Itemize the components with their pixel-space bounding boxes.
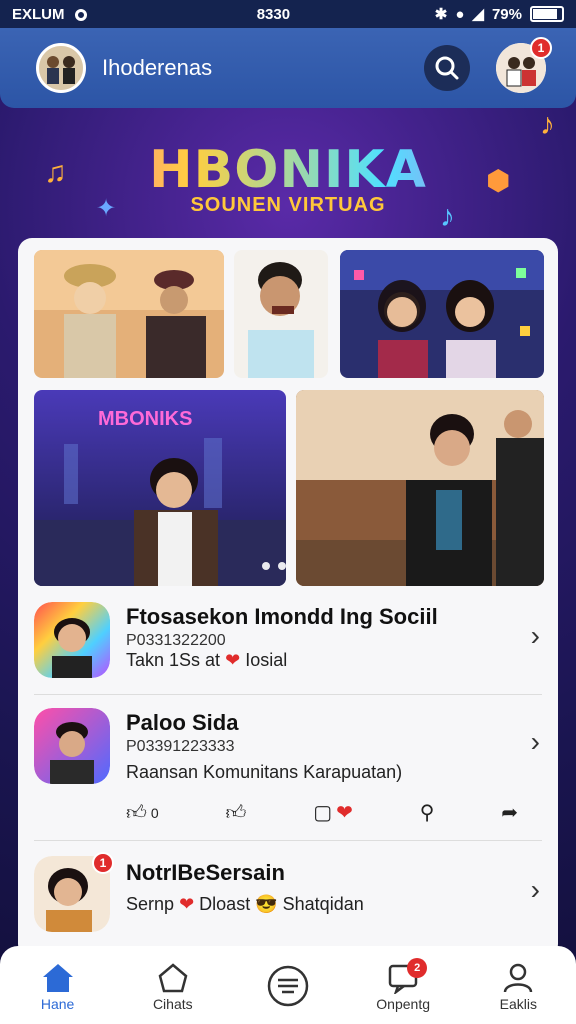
list-item-code: P0331322200 <box>126 632 226 649</box>
chevron-right-icon[interactable]: › <box>531 874 540 906</box>
circle-icon <box>74 8 87 21</box>
action-bar: 👍︎ 0 👍︎ ▢ ❤ ⚲ ➦ <box>126 800 518 825</box>
like-button[interactable]: 👍︎ 0 <box>126 800 159 825</box>
battery-icon <box>530 6 564 22</box>
nav-label: Eaklis <box>499 996 538 1012</box>
react-button[interactable]: 👍︎ <box>226 800 247 825</box>
carrier-text: EXLUM <box>12 5 65 23</box>
home-icon <box>42 964 73 992</box>
do-not-disturb-icon: ● <box>455 5 465 23</box>
nav-chats[interactable]: Cihats <box>123 962 223 1012</box>
divider <box>34 694 542 695</box>
nav-notifications[interactable]: 2 Onpentg <box>353 958 453 1012</box>
nav-home[interactable]: Hane <box>8 962 108 1012</box>
nav-label: Hane <box>40 996 75 1012</box>
person-icon: ⚲ <box>419 802 435 824</box>
gallery-thumb-1[interactable] <box>34 250 224 378</box>
notification-badge: 2 <box>407 958 428 978</box>
battery-percent: 79% <box>491 5 522 23</box>
profile-button[interactable]: 1 <box>496 37 552 93</box>
thumb-logo: MBONIKS <box>98 408 193 430</box>
nav-label: Onpentg <box>376 996 431 1012</box>
carousel-dots[interactable] <box>262 562 286 570</box>
signal-icon: ◢ <box>472 6 484 23</box>
thumbs-up-icon: 👍︎ <box>225 801 247 824</box>
list-item-description: Raansan Komunitans Karapuatan) <box>126 762 403 782</box>
avatar: 1 <box>34 852 114 932</box>
notification-badge: 1 <box>92 852 114 874</box>
search-icon <box>435 56 459 80</box>
nav-profile[interactable]: Eaklis <box>468 962 568 1012</box>
description-text: Iosial <box>245 650 288 670</box>
list-item-code: P03391223333 <box>126 738 235 755</box>
description-text: Takn 1Ss at <box>126 650 221 670</box>
gallery-thumb-2[interactable] <box>234 250 328 378</box>
app-header: Ihoderenas 1 <box>0 28 576 108</box>
nav-menu[interactable] <box>238 964 338 1010</box>
list-item[interactable]: Ftosasekon Imondd Ing Sociil P0331322200… <box>18 598 558 698</box>
gallery-thumb-4[interactable]: MBONIKS <box>34 390 286 586</box>
heart-icon: ❤ <box>336 802 353 824</box>
list-item-title: NotrIBeSersain <box>126 860 285 885</box>
feed-card: MBONIKS Ftosasekon Imondd Ing Sociil P03… <box>18 238 558 958</box>
list-item[interactable]: Paloo Sida P03391223333 Raansan Komunita… <box>18 704 558 844</box>
search-button[interactable] <box>424 45 470 91</box>
avatar <box>34 708 110 784</box>
share-icon: ➦ <box>501 802 518 824</box>
list-item-title: Ftosasekon Imondd Ing Sociil <box>126 604 438 629</box>
list-item[interactable]: 1 NotrIBeSersain Sernp ❤ Dloast 😎 Shatqi… <box>18 852 558 952</box>
gallery-thumb-3[interactable] <box>340 250 544 378</box>
description-text: Sernp <box>126 894 175 914</box>
list-item-description: Sernp ❤ Dloast 😎 Shatqidan <box>126 894 364 915</box>
banner: ♫ ♪ ♪ ✦ ⬢ HBONIKA SOUNEN VIRTUAG <box>0 108 576 238</box>
notification-badge: 1 <box>530 37 552 59</box>
comment-icon: ▢ <box>313 802 333 824</box>
app-title: Ihoderenas <box>102 55 213 80</box>
bottom-navigation: Hane Cihats 2 Onpentg Eaklis <box>0 946 576 1024</box>
description-text: Shatqidan <box>282 894 364 914</box>
comment-button[interactable]: ▢ ❤ <box>313 800 353 825</box>
carrier-label: EXLUM <box>12 6 172 23</box>
person-icon <box>504 963 533 993</box>
heart-icon: ❤ <box>225 650 241 670</box>
description-text: Dloast <box>199 894 251 914</box>
divider <box>34 840 542 841</box>
status-bar: EXLUM 8330 ✱ ● ◢ 79% <box>0 0 576 28</box>
app-logo: HBONIKA <box>0 140 576 200</box>
user-tag-button[interactable]: ⚲ <box>420 800 435 825</box>
gallery-thumb-5[interactable] <box>296 390 544 586</box>
chevron-right-icon[interactable]: › <box>531 620 540 652</box>
menu-icon <box>267 965 309 1007</box>
thumbs-up-icon: 👍︎ <box>126 801 147 824</box>
clock: 8330 <box>256 5 291 23</box>
chats-icon <box>158 963 188 993</box>
emoji-icon: 😎 <box>255 894 278 914</box>
share-button[interactable]: ➦ <box>501 800 518 825</box>
music-note-icon: ♪ <box>540 108 555 141</box>
list-item-description: Takn 1Ss at ❤ Iosial <box>126 650 287 671</box>
app-logo-subtitle: SOUNEN VIRTUAG <box>190 194 386 216</box>
heart-icon: ❤ <box>179 894 195 914</box>
nav-label: Cihats <box>152 996 193 1012</box>
avatar <box>34 602 110 678</box>
chevron-right-icon[interactable]: › <box>531 726 540 758</box>
user-avatar[interactable] <box>36 43 86 93</box>
like-count: 0 <box>150 804 159 821</box>
bluetooth-icon: ✱ <box>434 6 448 23</box>
list-item-title: Paloo Sida <box>126 710 239 735</box>
